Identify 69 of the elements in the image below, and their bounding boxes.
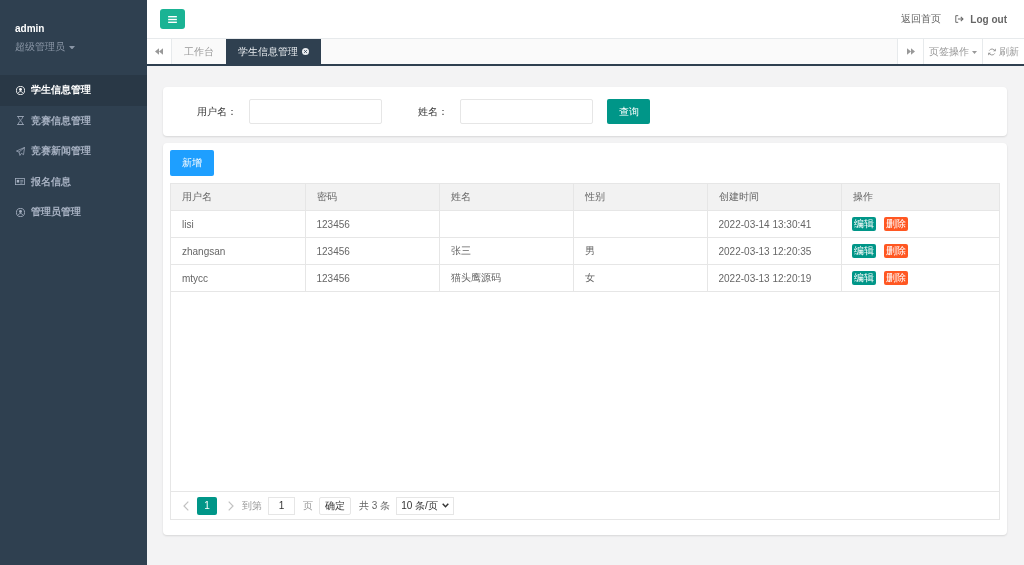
hourglass-icon	[16, 116, 24, 126]
table-cell: 2022-03-13 12:20:35	[707, 237, 841, 265]
text-field[interactable]	[249, 99, 382, 124]
scroll-right-button[interactable]	[897, 39, 923, 64]
table-cell: mtycc	[171, 264, 305, 292]
column-header: 性别	[573, 184, 707, 211]
page-button[interactable]: 1	[197, 496, 217, 515]
sidebar-item[interactable]: 报名信息	[0, 166, 147, 197]
column-header: 操作	[841, 184, 999, 211]
table-cell: 2022-03-14 13:30:41	[707, 210, 841, 238]
column-header: 用户名	[171, 184, 305, 211]
tab[interactable]: 学生信息管理	[226, 39, 321, 64]
chevron-down-icon	[441, 503, 449, 508]
table-cell: 123456	[305, 264, 439, 292]
table-cell: 男	[573, 237, 707, 265]
total-count: 共 3 条	[359, 498, 391, 513]
confirm-button[interactable]: 确定	[319, 496, 351, 515]
page-input[interactable]: 1	[268, 496, 295, 515]
logout-icon	[955, 15, 965, 23]
field-label: 姓名：	[418, 104, 448, 119]
page-unit-label: 页	[303, 498, 313, 513]
field-label: 用户名：	[197, 104, 237, 119]
page-size-select[interactable]: 10 条/页	[396, 496, 454, 515]
double-left-icon	[155, 48, 163, 55]
tab-options-button[interactable]: 页签操作	[923, 39, 982, 64]
edit-button[interactable]: 编辑	[851, 271, 876, 285]
user-circle-icon	[15, 85, 25, 95]
home-link[interactable]: 返回首页	[901, 12, 942, 26]
table-cell: 123456	[305, 210, 439, 238]
column-header: 姓名	[439, 184, 573, 211]
add-button[interactable]: 新增	[170, 150, 214, 176]
caret-icon	[69, 45, 75, 50]
table-cell: 123456	[305, 237, 439, 265]
role-dropdown[interactable]: 超级管理员	[15, 40, 75, 54]
user-name: admin	[15, 22, 45, 36]
table-cell: 张三	[439, 237, 573, 265]
edit-button[interactable]: 编辑	[851, 217, 876, 231]
menu-button[interactable]	[160, 9, 185, 29]
double-right-icon	[906, 48, 915, 55]
user-circle-icon	[15, 207, 25, 217]
close-icon[interactable]	[302, 48, 309, 55]
goto-label: 到第	[242, 498, 262, 513]
sidebar-item[interactable]: 管理员管理	[0, 197, 147, 228]
query-button[interactable]: 查询	[607, 99, 650, 124]
refresh-button[interactable]: 刷新	[982, 39, 1024, 64]
menu-icon	[168, 15, 177, 23]
table-cell: zhangsan	[171, 237, 305, 265]
paper-plane-icon	[15, 146, 25, 156]
logout-button[interactable]: Log out	[955, 13, 1007, 25]
column-header: 创建时间	[707, 184, 841, 211]
table-cell: 猫头鹰源码	[439, 264, 573, 292]
sidebar-item[interactable]: 学生信息管理	[0, 75, 147, 106]
table-cell: 女	[573, 264, 707, 292]
refresh-icon	[988, 47, 996, 56]
scroll-left-button[interactable]	[147, 39, 172, 64]
table-cell: 2022-03-13 12:20:19	[707, 264, 841, 292]
table-cell: lisi	[171, 210, 305, 238]
id-card-icon	[15, 178, 25, 186]
caret-icon	[972, 50, 977, 54]
sidebar-item[interactable]: 竞赛新闻管理	[0, 136, 147, 167]
chevron-left-icon[interactable]	[183, 500, 189, 511]
sidebar-item[interactable]: 竞赛信息管理	[0, 105, 147, 136]
column-header: 密码	[305, 184, 439, 211]
text-field[interactable]	[460, 99, 593, 124]
delete-button[interactable]: 删除	[883, 244, 908, 258]
delete-button[interactable]: 删除	[883, 271, 908, 285]
chevron-right-icon[interactable]	[228, 500, 234, 511]
edit-button[interactable]: 编辑	[851, 244, 876, 258]
delete-button[interactable]: 删除	[883, 217, 908, 231]
